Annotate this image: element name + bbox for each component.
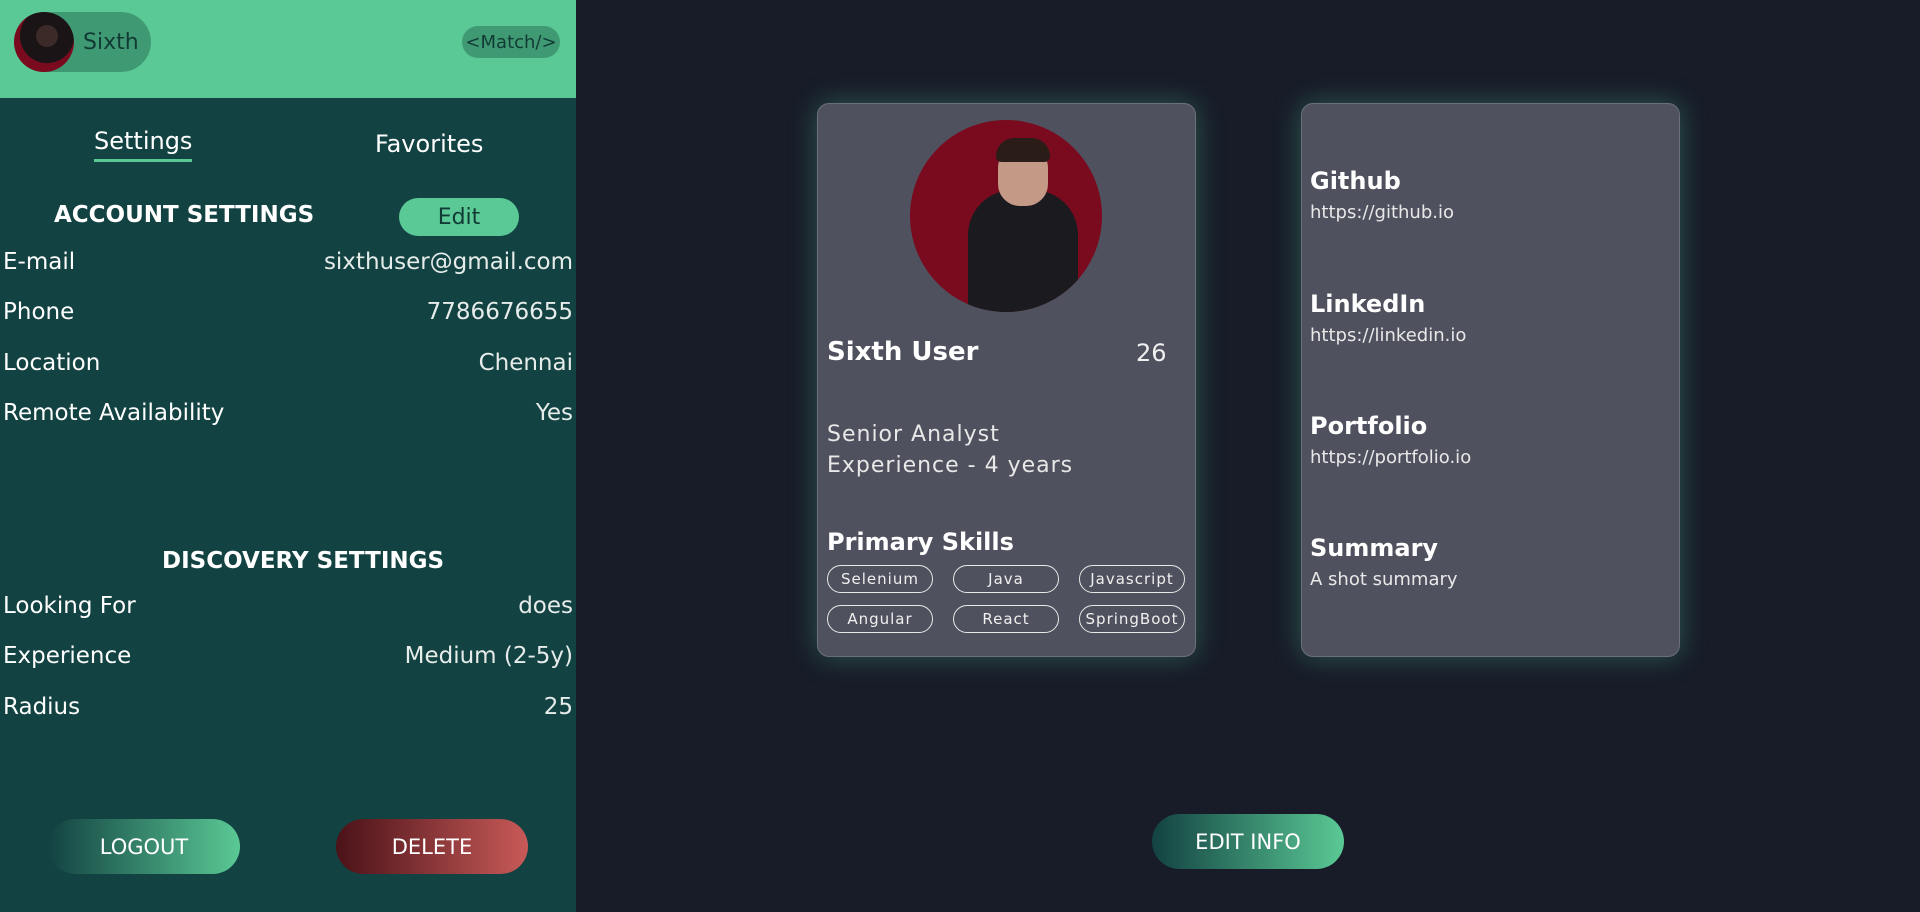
profile-experience: Experience - 4 years	[827, 453, 1074, 478]
sidebar: Sixth <Match/> Settings Favorites ACCOUN…	[0, 0, 576, 912]
setting-label: Location	[3, 350, 101, 376]
setting-row-location: Location Chennai	[3, 350, 573, 376]
user-menu[interactable]: Sixth	[14, 12, 151, 72]
delete-button[interactable]: DELETE	[336, 819, 528, 874]
setting-value: Medium (2-5y)	[404, 643, 573, 669]
links-card: Github https://github.io LinkedIn https:…	[1301, 103, 1680, 657]
user-name: Sixth	[83, 29, 139, 55]
setting-value: sixthuser@gmail.com	[323, 249, 573, 275]
summary-title: Summary	[1310, 534, 1439, 562]
setting-label: Phone	[3, 299, 75, 325]
setting-value: 25	[543, 694, 573, 720]
skill-tag: Java	[953, 565, 1059, 593]
setting-row-phone: Phone 7786676655	[3, 299, 573, 325]
setting-row-email: E-mail sixthuser@gmail.com	[3, 249, 573, 275]
photo-hair-shape	[996, 138, 1050, 162]
setting-row-remote: Remote Availability Yes	[3, 400, 573, 426]
summary-text: A shot summary	[1310, 569, 1458, 590]
photo-body-shape	[968, 190, 1078, 312]
setting-row-radius: Radius 25	[3, 694, 573, 720]
profile-age: 26	[1136, 339, 1167, 367]
avatar	[14, 12, 74, 72]
setting-value: Yes	[535, 400, 573, 426]
skill-tag: SpringBoot	[1079, 605, 1185, 633]
github-link[interactable]: https://github.io	[1310, 202, 1454, 223]
setting-value: does	[518, 593, 573, 619]
setting-row-looking-for: Looking For does	[3, 593, 573, 619]
skills-title: Primary Skills	[827, 528, 1014, 556]
logout-button[interactable]: LOGOUT	[48, 819, 240, 874]
tab-settings[interactable]: Settings	[94, 127, 193, 162]
tab-favorites[interactable]: Favorites	[375, 130, 483, 158]
setting-label: Radius	[3, 694, 81, 720]
edit-button[interactable]: Edit	[399, 198, 519, 236]
skill-tag: Javascript	[1079, 565, 1185, 593]
profile-name: Sixth User	[827, 337, 979, 367]
setting-value: 7786676655	[426, 299, 573, 325]
edit-info-button[interactable]: EDIT INFO	[1152, 814, 1344, 869]
profile-photo	[910, 120, 1102, 312]
app-logo[interactable]: <Match/>	[462, 26, 560, 58]
setting-row-experience: Experience Medium (2-5y)	[3, 643, 573, 669]
setting-label: Looking For	[3, 593, 136, 619]
portfolio-link[interactable]: https://portfolio.io	[1310, 447, 1471, 468]
portfolio-title: Portfolio	[1310, 412, 1428, 440]
linkedin-title: LinkedIn	[1310, 290, 1426, 318]
account-settings-title: ACCOUNT SETTINGS	[54, 202, 315, 228]
profile-card: Sixth User 26 Senior Analyst Experience …	[817, 103, 1196, 657]
skill-tag: React	[953, 605, 1059, 633]
setting-label: Remote Availability	[3, 400, 225, 426]
setting-value: Chennai	[478, 350, 573, 376]
top-bar: Sixth <Match/>	[0, 0, 576, 98]
skill-tag: Angular	[827, 605, 933, 633]
profile-role: Senior Analyst	[827, 422, 1000, 447]
setting-label: E-mail	[3, 249, 76, 275]
setting-label: Experience	[3, 643, 132, 669]
linkedin-link[interactable]: https://linkedin.io	[1310, 325, 1466, 346]
skill-tag: Selenium	[827, 565, 933, 593]
discovery-settings-title: DISCOVERY SETTINGS	[162, 548, 445, 574]
github-title: Github	[1310, 167, 1401, 195]
